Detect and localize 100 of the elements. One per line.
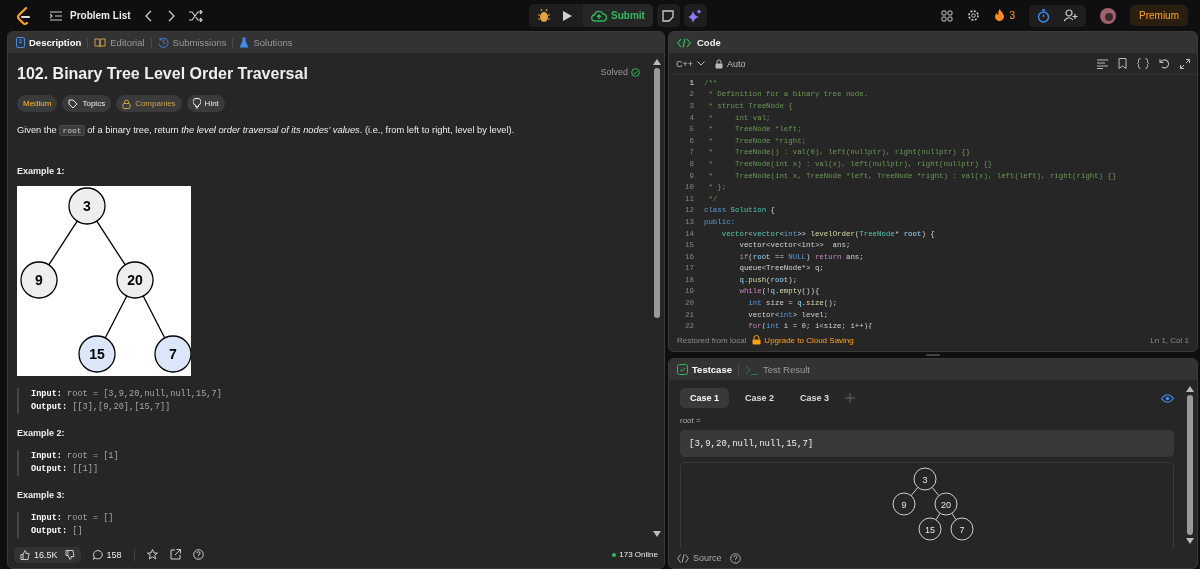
add-user-icon[interactable]: [1064, 9, 1078, 22]
tree-node: 15: [78, 335, 116, 373]
tag-button[interactable]: Topics: [62, 95, 112, 112]
tree-edge: [931, 486, 940, 497]
example-line: Input: root = [1]: [31, 450, 120, 463]
tree-node: 3: [913, 467, 937, 491]
tree-edge: [951, 512, 957, 521]
parameter-label: root =: [680, 416, 702, 425]
tree-node: 3: [68, 187, 106, 225]
list-icon: [50, 10, 62, 21]
source-button[interactable]: Source: [677, 553, 722, 563]
panel-title: Code: [697, 37, 721, 48]
comment-icon: [92, 549, 103, 560]
tree-edge: [142, 295, 166, 339]
difficulty-badge[interactable]: Medium: [17, 95, 58, 112]
premium-button[interactable]: Premium: [1130, 5, 1188, 26]
tag-button[interactable]: Companies: [116, 95, 182, 112]
input-field[interactable]: [3,9,20,null,null,15,7]: [680, 430, 1174, 457]
solved-status: Solved: [600, 67, 628, 77]
flask-icon: [239, 37, 250, 48]
problem-title: 102. Binary Tree Level Order Traversal: [17, 65, 309, 83]
panel-tab[interactable]: Description: [16, 37, 82, 48]
tree-node: 20: [116, 261, 154, 299]
note-icon: [662, 9, 675, 22]
example-line: Output: [[1]]: [31, 463, 100, 476]
case-tab[interactable]: Case 3: [790, 388, 840, 408]
format-icon[interactable]: [1097, 58, 1108, 69]
shuffle-icon[interactable]: [188, 9, 203, 22]
tag-button[interactable]: Hint: [186, 95, 225, 112]
upgrade-link[interactable]: Upgrade to Cloud Saving: [752, 335, 854, 345]
code-icon: [677, 553, 689, 563]
tag-icon: [68, 98, 79, 109]
sparkle-icon: [688, 8, 703, 23]
comments-button[interactable]: 158: [92, 549, 122, 560]
undo-icon[interactable]: [1159, 58, 1170, 69]
run-icon[interactable]: [561, 9, 573, 22]
panel-tab[interactable]: Submissions: [157, 37, 227, 48]
lock-icon: [122, 98, 132, 109]
save-status: Restored from local: [677, 335, 747, 345]
tree-node: 15: [918, 517, 942, 541]
dislike-icon[interactable]: [64, 549, 75, 560]
auto-mode-button[interactable]: Auto: [715, 58, 746, 69]
caret-icon: [697, 61, 705, 66]
tree-edge: [910, 486, 919, 497]
share-icon[interactable]: [169, 549, 181, 560]
timer-icon[interactable]: [1037, 8, 1050, 23]
panel-tab[interactable]: Test Result: [744, 364, 810, 375]
scrollbar[interactable]: [1186, 386, 1194, 544]
example-heading: Example 2:: [17, 428, 66, 438]
tree-edge: [935, 512, 941, 521]
help-icon[interactable]: [729, 552, 741, 564]
scrollbar[interactable]: [653, 59, 661, 537]
document-icon: [16, 37, 25, 48]
tree-node: 20: [934, 492, 958, 516]
settings-icon[interactable]: [967, 9, 981, 22]
example-heading: Example 1:: [17, 166, 66, 176]
panel-tab[interactable]: Testcase: [677, 364, 732, 375]
next-icon[interactable]: [166, 9, 175, 22]
note-button[interactable]: [656, 4, 680, 27]
braces-icon[interactable]: [1137, 58, 1149, 69]
history-icon: [157, 37, 169, 48]
previous-icon[interactable]: [144, 9, 153, 22]
tree-edge: [48, 220, 78, 266]
online-count: 173 Online: [612, 550, 658, 559]
check-circle-icon: [631, 67, 640, 77]
star-icon[interactable]: [146, 549, 158, 560]
problem-list-button[interactable]: Problem List: [50, 10, 131, 21]
bug-icon[interactable]: [537, 8, 551, 23]
like-button[interactable]: 16.5K: [20, 549, 58, 560]
tree-node: 9: [892, 492, 916, 516]
thumbs-up-icon: [20, 549, 30, 560]
cursor-position: Ln 1, Col 1: [1150, 335, 1189, 345]
grid-icon[interactable]: [941, 9, 954, 22]
avatar[interactable]: [1100, 7, 1116, 24]
language-dropdown[interactable]: C++: [676, 58, 705, 69]
example-line: Input: root = []: [31, 512, 115, 525]
bookmark-icon[interactable]: [1118, 58, 1127, 69]
example-line: Input: root = [3,9,20,null,null,15,7]: [31, 388, 223, 401]
case-tab[interactable]: Case 1: [680, 388, 730, 408]
tree-edge: [96, 220, 126, 266]
streak-counter[interactable]: 3: [994, 8, 1015, 23]
example-line: Output: []: [31, 525, 84, 538]
lock-icon: [715, 58, 723, 69]
submit-button[interactable]: Submit: [583, 4, 653, 27]
book-icon: [94, 37, 107, 48]
sparkle-button[interactable]: [683, 4, 707, 27]
case-tab[interactable]: Case 2: [735, 388, 785, 408]
tree-node: 9: [20, 261, 58, 299]
logo-icon[interactable]: [16, 6, 32, 25]
panel-tab[interactable]: Solutions: [239, 37, 293, 48]
panel-tab[interactable]: Editorial: [94, 37, 145, 48]
lightbulb-icon: [192, 98, 201, 109]
tree-node: 7: [154, 335, 191, 373]
lock-icon: [752, 335, 762, 345]
help-icon[interactable]: [192, 549, 204, 560]
tree-edge: [104, 295, 128, 339]
eye-icon[interactable]: [1161, 393, 1174, 403]
expand-icon[interactable]: [1180, 58, 1190, 69]
example-line: Output: [[3],[9,20],[15,7]]: [31, 401, 172, 414]
flame-icon: [994, 8, 1006, 23]
